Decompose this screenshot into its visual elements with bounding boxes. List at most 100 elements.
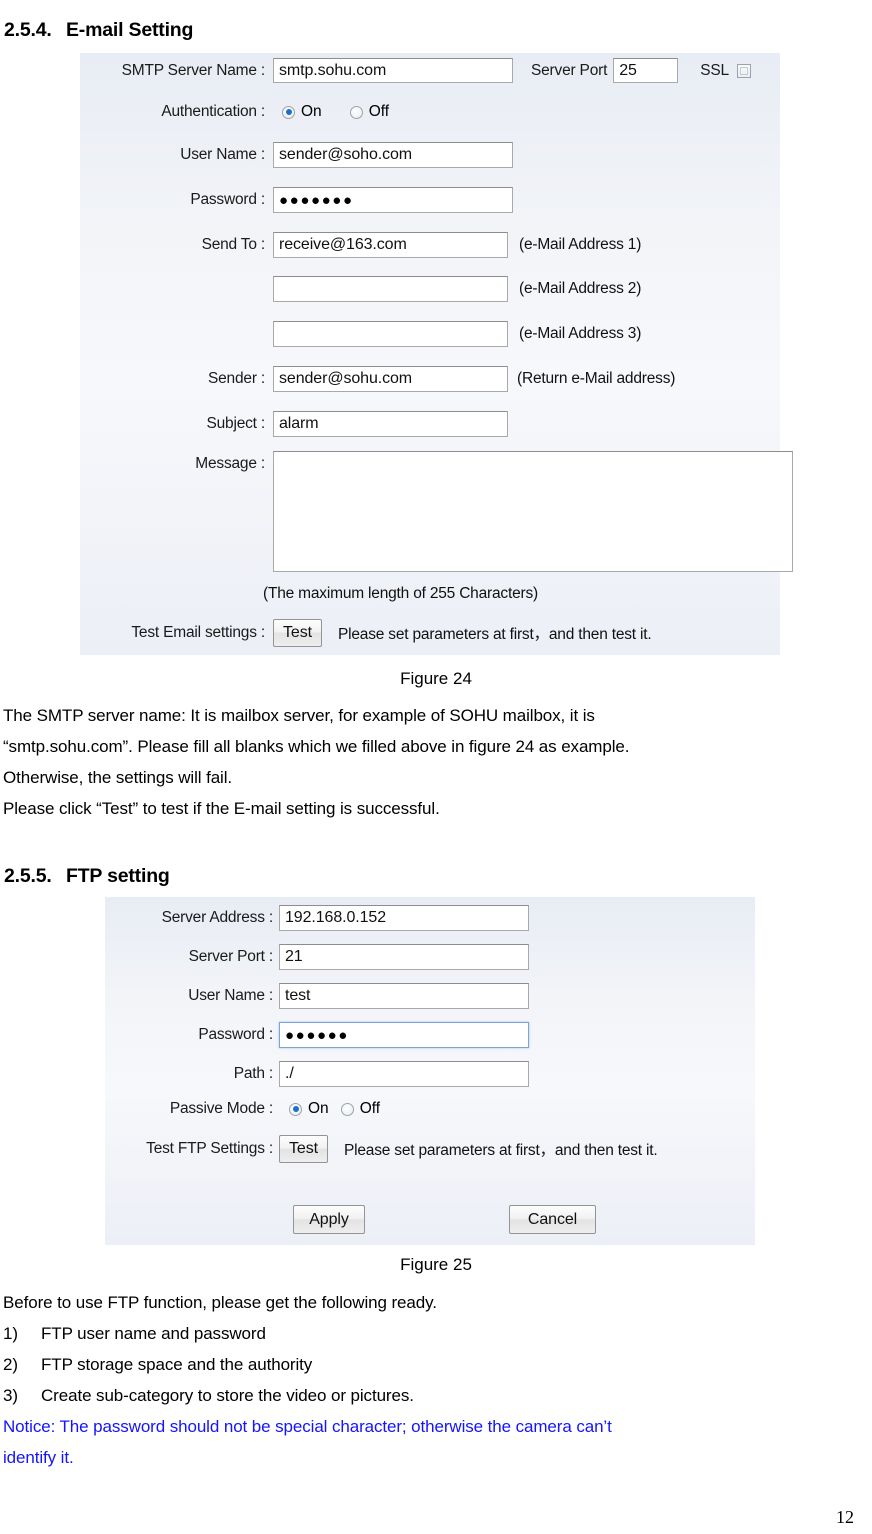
page-number: 12: [836, 1507, 854, 1527]
row-max-length-note: (The maximum length of 255 Characters): [263, 585, 538, 603]
send-to-label: Send To :: [201, 236, 266, 253]
row-send-to-3: (e-Mail Address 3): [80, 321, 641, 347]
row-test-ftp: Test FTP Settings : Test Please set para…: [105, 1135, 658, 1163]
smtp-server-name-input[interactable]: smtp.sohu.com: [273, 58, 513, 83]
ftp-user-name-label: User Name :: [188, 987, 273, 1004]
test-email-hint: Please set parameters at first，and then …: [338, 626, 652, 643]
section-title-email: E-mail Setting: [66, 19, 194, 41]
authentication-label: Authentication :: [161, 103, 265, 120]
list-item-text: Create sub-category to store the video o…: [41, 1386, 414, 1405]
passive-mode-on-radio[interactable]: [289, 1102, 302, 1116]
test-ftp-settings-label: Test FTP Settings :: [146, 1140, 273, 1157]
authentication-off-radio[interactable]: [349, 105, 363, 119]
apply-button[interactable]: Apply: [293, 1205, 365, 1234]
row-test-email: Test Email settings : Test Please set pa…: [80, 619, 652, 647]
test-ftp-hint: Please set parameters at first，and then …: [344, 1142, 658, 1159]
test-ftp-button[interactable]: Test: [279, 1135, 328, 1163]
send-to-1-input[interactable]: receive@163.com: [273, 232, 508, 258]
server-port-input[interactable]: 25: [613, 58, 679, 83]
email-description-block: The SMTP server name: It is mailbox serv…: [3, 700, 869, 824]
max-length-note: (The maximum length of 255 Characters): [263, 585, 538, 602]
row-ftp-server-address: Server Address : 192.168.0.152: [105, 905, 529, 931]
ssl-checkbox[interactable]: [736, 63, 751, 78]
row-authentication: Authentication : On Off: [80, 103, 389, 121]
test-email-settings-label: Test Email settings :: [131, 624, 265, 641]
email-password-masked-value: ●●●●●●●: [279, 191, 354, 209]
message-textarea[interactable]: [273, 451, 793, 572]
row-passive-mode: Passive Mode : On Off: [105, 1100, 380, 1118]
email-settings-panel: SMTP Server Name : smtp.sohu.com Server …: [80, 53, 793, 655]
test-email-button[interactable]: Test: [273, 619, 322, 647]
figure-25-caption: Figure 25: [400, 1255, 472, 1274]
list-item-marker: 1): [3, 1324, 18, 1343]
ftp-server-address-input[interactable]: 192.168.0.152: [279, 905, 529, 931]
figure-24-caption: Figure 24: [400, 669, 472, 688]
ftp-path-input[interactable]: ./: [279, 1061, 529, 1087]
smtp-server-name-label: SMTP Server Name :: [121, 61, 266, 79]
send-to-3-input[interactable]: [273, 321, 508, 347]
passive-mode-on-label: On: [308, 1100, 329, 1117]
subject-label: Subject :: [206, 415, 265, 432]
passive-mode-off-radio[interactable]: [340, 1102, 354, 1116]
ftp-user-name-input[interactable]: test: [279, 983, 529, 1009]
row-ftp-user-name: User Name : test: [105, 983, 529, 1009]
email-user-name-input[interactable]: sender@soho.com: [273, 142, 513, 168]
email-paragraph-line: The SMTP server name: It is mailbox serv…: [3, 706, 595, 725]
ftp-path-label: Path :: [233, 1065, 274, 1082]
passive-mode-off-label: Off: [359, 1100, 381, 1117]
subject-input[interactable]: alarm: [273, 411, 508, 437]
list-item: 1) FTP user name and password: [3, 1318, 869, 1349]
authentication-on-radio[interactable]: [282, 105, 295, 119]
authentication-on-label: On: [301, 103, 322, 120]
row-email-user-name: User Name : sender@soho.com: [80, 142, 513, 168]
email-paragraph-line: “smtp.sohu.com”. Please fill all blanks …: [3, 737, 630, 756]
ftp-password-masked-value: ●●●●●●: [285, 1026, 349, 1044]
row-ftp-actions: Apply Cancel: [293, 1205, 596, 1234]
row-message: Message :: [80, 451, 793, 572]
row-send-to-1: Send To : receive@163.com (e-Mail Addres…: [80, 232, 641, 258]
notice-text-line: identify it.: [3, 1448, 74, 1467]
server-port-label: Server Port: [531, 61, 608, 79]
email-password-input[interactable]: ●●●●●●●: [273, 187, 513, 213]
notice-text-line: Notice: The password should not be speci…: [3, 1417, 612, 1436]
authentication-off-label: Off: [368, 103, 390, 120]
sender-label: Sender :: [208, 370, 265, 387]
passive-mode-label: Passive Mode :: [169, 1100, 273, 1117]
send-to-1-hint: (e-Mail Address 1): [519, 236, 642, 253]
list-item: 3) Create sub-category to store the vide…: [3, 1380, 869, 1411]
row-email-password: Password : ●●●●●●●: [80, 187, 513, 213]
ftp-settings-panel: Server Address : 192.168.0.152 Server Po…: [105, 897, 755, 1245]
section-heading-ftp: 2.5.5. FTP setting: [4, 865, 170, 888]
ftp-description-block: Before to use FTP function, please get t…: [3, 1287, 869, 1473]
section-heading-email: 2.5.4. E-mail Setting: [4, 19, 193, 42]
list-item-marker: 2): [3, 1355, 18, 1374]
send-to-2-input[interactable]: [273, 276, 508, 302]
section-number-ftp: 2.5.5.: [4, 865, 52, 887]
row-sender: Sender : sender@sohu.com (Return e-Mail …: [80, 366, 675, 392]
cancel-button[interactable]: Cancel: [509, 1205, 596, 1234]
email-paragraph-line: Otherwise, the settings will fail.: [3, 768, 233, 787]
ftp-intro-text: Before to use FTP function, please get t…: [3, 1293, 437, 1312]
list-item-text: FTP storage space and the authority: [41, 1355, 313, 1374]
row-ftp-server-port: Server Port : 21: [105, 944, 529, 970]
ftp-server-port-input[interactable]: 21: [279, 944, 529, 970]
send-to-3-hint: (e-Mail Address 3): [519, 325, 642, 342]
email-user-name-label: User Name :: [180, 146, 265, 163]
list-item-text: FTP user name and password: [41, 1324, 266, 1343]
row-subject: Subject : alarm: [80, 411, 508, 437]
list-item-marker: 3): [3, 1386, 18, 1405]
ftp-password-input[interactable]: ●●●●●●: [279, 1022, 529, 1048]
section-title-ftp: FTP setting: [66, 865, 170, 887]
send-to-2-hint: (e-Mail Address 2): [519, 280, 642, 297]
email-password-label: Password :: [190, 191, 265, 208]
row-send-to-2: (e-Mail Address 2): [80, 276, 641, 302]
message-label: Message :: [195, 455, 265, 472]
ftp-server-port-label: Server Port :: [188, 948, 274, 965]
row-smtp-server: SMTP Server Name : smtp.sohu.com Server …: [80, 58, 751, 83]
row-ftp-password: Password : ●●●●●●: [105, 1022, 529, 1048]
email-paragraph-line: Please click “Test” to test if the E-mai…: [3, 799, 440, 818]
row-ftp-path: Path : ./: [105, 1061, 529, 1087]
sender-input[interactable]: sender@sohu.com: [273, 366, 508, 392]
ftp-password-label: Password :: [198, 1026, 273, 1043]
ftp-server-address-label: Server Address :: [161, 909, 274, 926]
